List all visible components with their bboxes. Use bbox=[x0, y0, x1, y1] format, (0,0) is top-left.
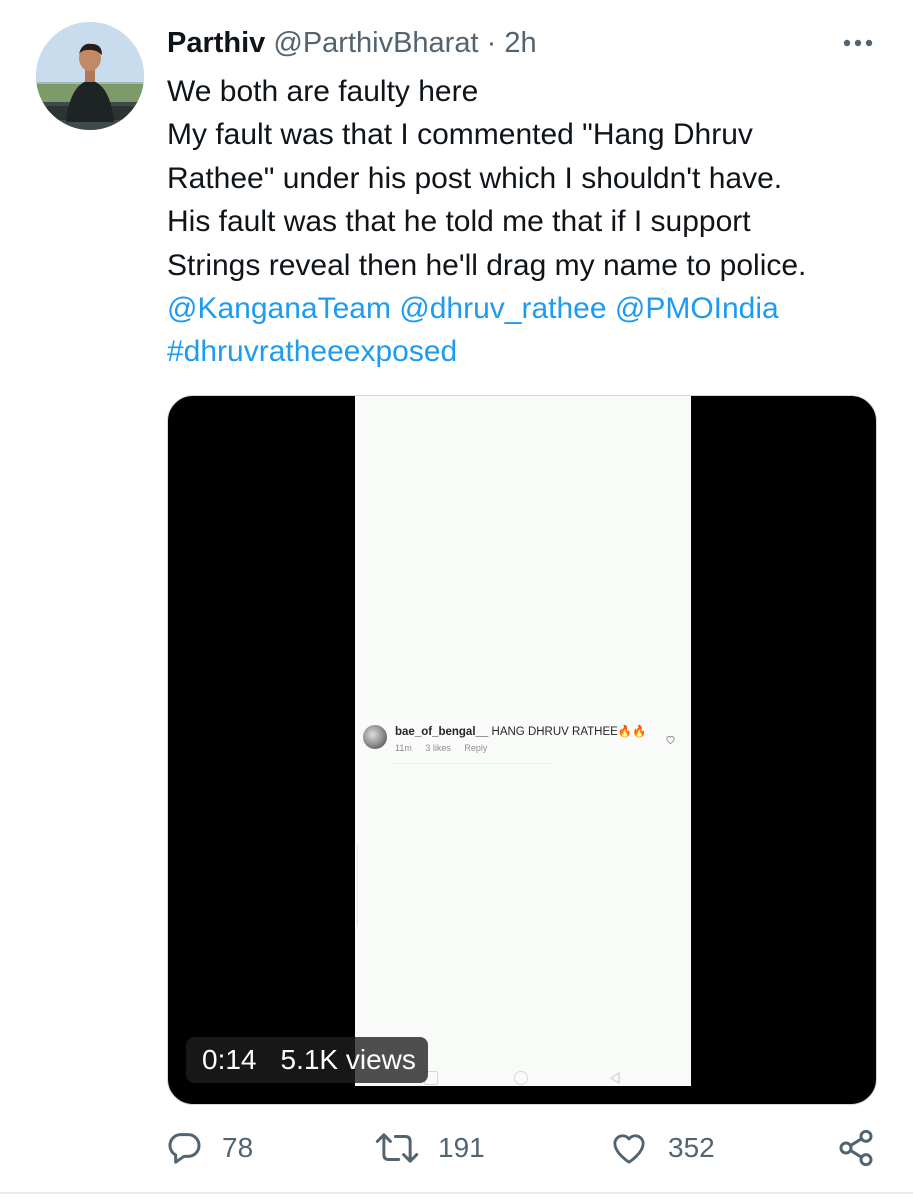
embedded-comment: bae_of_bengal__ HANG DHRUV RATHEE🔥🔥 11m … bbox=[363, 722, 683, 764]
tweet-header: Parthiv @ParthivBharat · 2h bbox=[167, 24, 537, 62]
tweet-text: We both are faulty here My fault was tha… bbox=[167, 70, 877, 374]
hashtag-link[interactable]: #dhruvratheeexposed bbox=[167, 335, 457, 368]
tweet-action-bar: 78 191 352 bbox=[0, 1120, 913, 1180]
reply-count: 78 bbox=[222, 1132, 254, 1163]
mention-link[interactable]: @PMOIndia bbox=[615, 292, 779, 325]
comment-age: 11m bbox=[395, 743, 412, 753]
header-separator: · bbox=[486, 27, 497, 59]
heart-icon bbox=[613, 1134, 645, 1164]
mention-link[interactable]: @dhruv_rathee bbox=[399, 292, 606, 325]
video-player[interactable]: bae_of_bengal__ HANG DHRUV RATHEE🔥🔥 11m … bbox=[167, 395, 877, 1105]
retweet-button[interactable]: 191 bbox=[374, 1120, 485, 1176]
video-views: 5.1K views bbox=[280, 1044, 416, 1075]
tweet-timestamp[interactable]: 2h bbox=[504, 27, 536, 59]
comment-reply: Reply bbox=[464, 743, 488, 753]
tweet-text-line: His fault was that he told me that if I … bbox=[167, 205, 751, 239]
comment-meta: 11m 3 likes Reply bbox=[395, 743, 498, 753]
tweet-text-line: Strings reveal then he'll drag my name t… bbox=[167, 248, 807, 282]
retweet-icon bbox=[375, 1133, 419, 1163]
video-info-badge: 0:14 5.1K views bbox=[186, 1037, 428, 1083]
tweet-text-line: Rathee" under his post which I shouldn't… bbox=[167, 161, 783, 195]
comment-likes: 3 likes bbox=[425, 743, 451, 753]
reply-icon bbox=[168, 1133, 201, 1164]
hashtag-line: #dhruvratheeexposed bbox=[167, 330, 877, 373]
author-handle[interactable]: @ParthivBharat bbox=[273, 27, 478, 59]
retweet-count: 191 bbox=[438, 1132, 485, 1163]
share-icon bbox=[839, 1129, 873, 1167]
comment-divider bbox=[393, 763, 553, 764]
fire-emoji: 🔥🔥 bbox=[617, 726, 647, 738]
mentions-line: @KanganaTeam @dhruv_rathee @PMOIndia bbox=[167, 287, 877, 330]
author-name[interactable]: Parthiv bbox=[167, 27, 265, 59]
video-frame-divider bbox=[357, 846, 358, 926]
comment-username: bae_of_bengal__ bbox=[395, 726, 489, 738]
comment-text: bae_of_bengal__ HANG DHRUV RATHEE🔥🔥 bbox=[395, 724, 646, 738]
phone-nav-back-icon bbox=[608, 1071, 622, 1085]
mention-link[interactable]: @KanganaTeam bbox=[167, 292, 391, 325]
tweet-text-line: We both are faulty here bbox=[167, 75, 479, 108]
comment-heart-icon bbox=[666, 736, 675, 745]
bottom-divider bbox=[0, 1192, 913, 1194]
tweet-text-line: My fault was that I commented "Hang Dhru… bbox=[167, 118, 753, 152]
more-horizontal-icon bbox=[843, 39, 873, 47]
phone-nav-home-icon bbox=[514, 1071, 528, 1085]
like-count: 352 bbox=[668, 1132, 715, 1163]
more-options-button[interactable] bbox=[838, 30, 878, 56]
share-button[interactable] bbox=[836, 1120, 876, 1176]
like-button[interactable]: 352 bbox=[608, 1120, 715, 1176]
video-duration: 0:14 bbox=[202, 1044, 257, 1075]
comment-body: HANG DHRUV RATHEE bbox=[491, 726, 618, 738]
reply-button[interactable]: 78 bbox=[164, 1120, 253, 1176]
comment-avatar bbox=[363, 725, 387, 749]
author-avatar[interactable] bbox=[36, 22, 144, 130]
